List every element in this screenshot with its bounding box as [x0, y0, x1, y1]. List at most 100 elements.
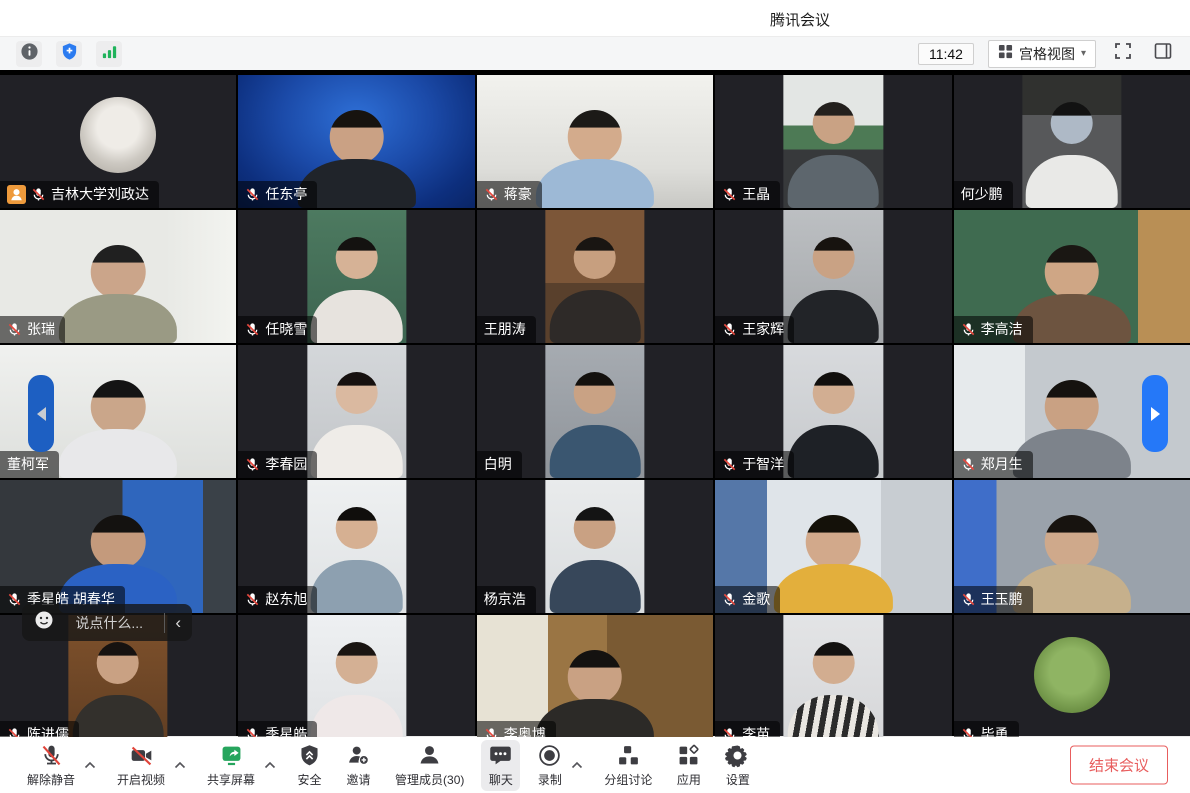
person-silhouette	[59, 380, 177, 478]
grid-view-icon	[998, 44, 1013, 64]
participant-video	[545, 345, 644, 478]
muted-mic-icon	[722, 187, 737, 202]
participant-cell[interactable]: 王晶	[715, 75, 951, 208]
participant-cell[interactable]: 白明	[477, 345, 713, 478]
participant-name-label: 何少鹏	[954, 181, 1013, 208]
participant-name: 李奥博	[504, 724, 546, 737]
toolbar-button-label: 录制	[538, 771, 562, 788]
app-title: 腾讯会议	[770, 9, 830, 30]
participant-name: 吉林大学刘政达	[51, 184, 149, 204]
toolbar-button-record[interactable]: 录制	[530, 740, 569, 791]
next-page-button[interactable]	[1142, 375, 1168, 452]
toolbar-button-invite[interactable]: 邀请	[339, 740, 378, 791]
participant-cell[interactable]: 李苗	[715, 615, 951, 737]
participant-cell[interactable]: 王玉鹏	[954, 480, 1190, 613]
participant-cell[interactable]: 于智洋	[715, 345, 951, 478]
participant-cell[interactable]: 任东亭	[238, 75, 474, 208]
participant-cell[interactable]: 张瑞	[0, 210, 236, 343]
participant-name-label: 杨京浩	[477, 586, 536, 613]
person-silhouette	[788, 642, 879, 737]
person-silhouette	[73, 642, 164, 737]
toolbar-button-mic-muted[interactable]: 解除静音	[20, 740, 82, 791]
muted-mic-icon	[7, 592, 22, 607]
chevron-up-icon[interactable]	[262, 745, 278, 785]
security-icon	[297, 743, 322, 769]
participant-cell[interactable]: 王朋涛	[477, 210, 713, 343]
participant-cell[interactable]: 李奥博	[477, 615, 713, 737]
toolbar-button-label: 邀请	[347, 771, 371, 788]
toolbar-button-label: 分组讨论	[604, 771, 652, 788]
muted-mic-icon	[484, 727, 499, 738]
apps-icon	[676, 743, 701, 769]
muted-mic-icon	[961, 592, 976, 607]
participant-video	[307, 210, 406, 343]
chevron-up-icon[interactable]	[172, 745, 188, 785]
chevron-up-icon[interactable]	[82, 745, 98, 785]
members-icon	[417, 743, 442, 769]
participant-cell[interactable]: 季星皓 胡春华	[0, 480, 236, 613]
person-silhouette	[311, 237, 402, 343]
person-silhouette	[311, 507, 402, 613]
chevron-up-icon[interactable]	[569, 745, 585, 785]
layout-view-button[interactable]: 宫格视图 ▾	[988, 40, 1096, 68]
collapse-chat-icon[interactable]: ‹	[173, 614, 183, 631]
participant-name: 何少鹏	[961, 184, 1003, 204]
toolbar-button-label: 应用	[677, 771, 701, 788]
divider	[164, 613, 165, 633]
participant-name-label: 李苗	[715, 721, 780, 737]
side-panel-button[interactable]	[1150, 41, 1176, 67]
participant-cell[interactable]: 李春园	[238, 345, 474, 478]
participant-cell[interactable]: 赵东旭	[238, 480, 474, 613]
muted-mic-icon	[245, 457, 260, 472]
participant-name-label: 吉林大学刘政达	[0, 181, 159, 208]
participant-cell[interactable]: 杨京浩	[477, 480, 713, 613]
participant-name-label: 蒋豪	[477, 181, 542, 208]
participant-cell[interactable]: 何少鹏	[954, 75, 1190, 208]
emoji-smiley-icon[interactable]	[34, 610, 54, 635]
meeting-protect-button[interactable]	[56, 41, 82, 67]
participant-name: 陈进儒	[27, 724, 69, 737]
previous-page-button[interactable]	[28, 375, 54, 452]
end-meeting-button[interactable]: 结束会议	[1070, 746, 1168, 785]
layout-view-label: 宫格视图	[1019, 44, 1075, 64]
chevron-right-icon	[1151, 407, 1160, 421]
participant-name: 董柯军	[7, 454, 49, 474]
participant-cell[interactable]: 蒋豪	[477, 75, 713, 208]
meeting-info-button[interactable]	[16, 41, 42, 67]
participant-video	[784, 210, 883, 343]
participant-name-label: 于智洋	[715, 451, 794, 478]
toolbar-button-camera-muted[interactable]: 开启视频	[110, 740, 172, 791]
toolbar-button-settings[interactable]: 设置	[718, 740, 757, 791]
muted-mic-icon	[722, 592, 737, 607]
person-silhouette	[549, 507, 640, 613]
participant-name-label: 李奥博	[477, 721, 556, 737]
participant-name: 白明	[484, 454, 512, 474]
participant-video	[307, 615, 406, 737]
toolbar-button-breakout[interactable]: 分组讨论	[597, 740, 659, 791]
toolbar-button-members[interactable]: 管理成员(30)	[388, 740, 471, 791]
participant-cell[interactable]: 王家辉	[715, 210, 951, 343]
toolbar-button-share-screen[interactable]: 共享屏幕	[200, 740, 262, 791]
toolbar-button-apps[interactable]: 应用	[669, 740, 708, 791]
person-silhouette	[59, 245, 177, 343]
participant-cell[interactable]: 任晓雪	[238, 210, 474, 343]
participant-cell[interactable]: 吉林大学刘政达	[0, 75, 236, 208]
quick-chat-input[interactable]: 说点什么...	[62, 613, 156, 633]
mic-muted-icon	[39, 743, 64, 769]
participant-cell[interactable]: 季星皓	[238, 615, 474, 737]
participant-cell[interactable]: 金歌	[715, 480, 951, 613]
participant-name-label: 王玉鹏	[954, 586, 1033, 613]
network-quality-button[interactable]	[96, 41, 122, 67]
host-badge-icon	[7, 185, 26, 204]
toolbar-button-chat[interactable]: 聊天	[481, 740, 520, 791]
participant-name: 郑月生	[981, 454, 1023, 474]
toolbar-button-security[interactable]: 安全	[290, 740, 329, 791]
participant-name: 毕勇	[981, 724, 1009, 737]
participant-name-label: 张瑞	[0, 316, 65, 343]
person-silhouette	[788, 372, 879, 478]
avatar	[1034, 637, 1110, 713]
participant-cell[interactable]: 毕勇	[954, 615, 1190, 737]
fullscreen-button[interactable]	[1110, 41, 1136, 67]
muted-mic-icon	[961, 727, 976, 738]
participant-cell[interactable]: 李高洁	[954, 210, 1190, 343]
